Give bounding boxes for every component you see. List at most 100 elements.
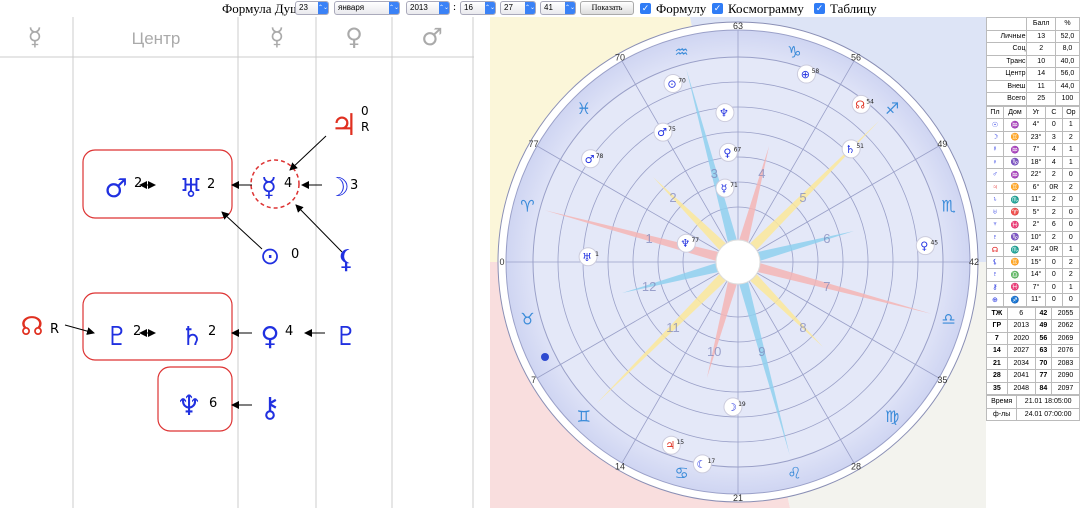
day-select[interactable]: 23 ⌃⌄: [295, 1, 329, 15]
position-marker[interactable]: [541, 353, 549, 361]
header-mercury-left: ☿: [28, 23, 43, 51]
chevron-updown-icon: ⌃⌄: [485, 2, 495, 14]
cycle-row-cell: ТЖ: [986, 306, 1008, 320]
score-row-cell: Центр: [985, 67, 1028, 81]
cycle-row: ГР 2013 49 2062: [986, 319, 1080, 333]
planet-icon: ♄: [845, 143, 855, 156]
zodiac-sign-icon: ♓: [577, 99, 591, 118]
uranus-count: 2: [207, 177, 215, 192]
score-row-cell: 56,0: [1054, 67, 1080, 81]
planet-row-cell: 11°: [1026, 293, 1047, 307]
month-value: января: [338, 3, 365, 12]
planet-row-cell: 1: [1061, 143, 1080, 157]
month-select[interactable]: января ⌃⌄: [334, 1, 400, 15]
score-row-cell: 10: [1026, 54, 1056, 68]
zodiac-sign-icon: ♑: [787, 42, 801, 61]
minute-select[interactable]: 27 ⌃⌄: [500, 1, 536, 15]
degree-label: 28: [851, 461, 861, 471]
planet-row-cell: 0: [1061, 193, 1080, 207]
score-row: Всего 25 100: [985, 92, 1080, 106]
planet-row-cell: ♒: [1002, 143, 1028, 157]
planet-number: 78: [596, 153, 604, 160]
planet-row: ☉ ♒ 4° 0 1: [986, 118, 1080, 132]
cycle-row-cell: 2034: [1006, 356, 1036, 370]
sun-glyph: ⊙: [260, 242, 280, 270]
planet-row-cell: 2: [1045, 205, 1063, 219]
cycle-row-cell: 14: [986, 344, 1008, 358]
cycle-row-cell: 7: [986, 331, 1008, 345]
planet-row-cell: ♊: [1002, 255, 1028, 269]
planet-row-cell: 0R: [1045, 180, 1063, 194]
zodiac-sign-icon: ♈: [520, 197, 534, 216]
hour-value: 16: [464, 3, 473, 12]
cycle-row: 28 2041 77 2090: [986, 369, 1080, 383]
degree-label: 49: [937, 139, 947, 149]
cycle-row: 7 2020 56 2069: [986, 331, 1080, 345]
planet-row: ⊕ ♐ 11° 0 0: [986, 293, 1080, 307]
house-number: 11: [666, 320, 680, 335]
score-row-cell: 8,0: [1054, 42, 1080, 56]
chevron-updown-icon: ⌃⌄: [525, 2, 535, 14]
planet-row-cell: ♃: [986, 180, 1004, 194]
planet-row-cell: ♎: [1002, 268, 1028, 282]
planet-icon: ♀: [920, 240, 928, 253]
planet-row-cell: ♈: [1002, 205, 1028, 219]
planet-row-cell: 4: [1045, 143, 1063, 157]
proserpina-glyph: ♇: [334, 322, 357, 352]
zodiac-sign-icon: ♊: [577, 407, 591, 426]
year-select[interactable]: 2013 ⌃⌄: [406, 1, 450, 15]
planet-row-cell: 24°: [1026, 243, 1047, 257]
second-select[interactable]: 41 ⌃⌄: [540, 1, 576, 15]
planet-row-cell: ♑: [1002, 230, 1028, 244]
planet-row-cell: 1: [1061, 118, 1080, 132]
house-number: 9: [758, 344, 765, 359]
cycle-row-cell: 2083: [1050, 356, 1080, 370]
planet-row-cell: 18°: [1026, 155, 1047, 169]
planet-icon: ☾: [696, 458, 706, 471]
planet-icon: ♃: [665, 439, 675, 452]
planet-marker[interactable]: ♆: [715, 103, 735, 123]
cosmogram-checkbox[interactable]: ✓: [712, 3, 723, 14]
uranus-glyph: ♅: [179, 174, 202, 204]
cycle-row: 21 2034 70 2083: [986, 356, 1080, 370]
planet-row-cell: 2: [1045, 168, 1063, 182]
planet-icon: ♀: [723, 146, 731, 159]
planet-row-cell: 6°: [1026, 180, 1047, 194]
planet-row: ♃ ♊ 6° 0R 2: [986, 180, 1080, 194]
header-venus: ♀: [345, 23, 363, 51]
pluto-glyph: ♇: [105, 322, 128, 352]
jupiter-count: 0: [361, 104, 369, 118]
planet-row-cell: ♇: [986, 230, 1004, 244]
planet-icon: ☿: [721, 182, 728, 195]
planet-row-cell: ♄: [986, 193, 1004, 207]
planet-row-cell: 5°: [1026, 205, 1047, 219]
cycle-row-cell: 2020: [1006, 331, 1036, 345]
formula-checkbox[interactable]: ✓: [640, 3, 651, 14]
score-row-cell: 14: [1026, 67, 1056, 81]
planet-header-cell: Дом: [1002, 105, 1028, 119]
planet-row: ♀ ♑ 18° 4 1: [986, 155, 1080, 169]
show-button[interactable]: Показать: [580, 1, 634, 15]
cycle-row: 35 2048 84 2097: [986, 381, 1080, 395]
zodiac-sign-icon: ♒: [674, 42, 688, 61]
cycle-table: ТЖ 6 42 2055 ГР 2013 49 2062 7 2020 56 2069 14 2027 63…: [986, 306, 1080, 396]
planet-row-cell: ☿: [986, 143, 1004, 157]
score-row-cell: Личные: [985, 29, 1028, 43]
planet-row-cell: 0R: [1045, 243, 1063, 257]
planet-row-cell: 2: [1045, 193, 1063, 207]
planet-row-cell: ♒: [1002, 168, 1028, 182]
hour-select[interactable]: 16 ⌃⌄: [460, 1, 496, 15]
planet-number: 70: [678, 77, 686, 84]
planet-row-cell: ♓: [1002, 280, 1028, 294]
cycle-row-cell: 42: [1034, 306, 1052, 320]
planet-row-cell: ♊: [1002, 180, 1028, 194]
cycle-row-cell: 70: [1034, 356, 1052, 370]
zodiac-sign-icon: ♎: [941, 309, 955, 328]
planet-icon: ♂: [585, 153, 595, 166]
zodiac-sign-icon: ♏: [941, 197, 955, 216]
moon-glyph: ☽: [326, 173, 349, 203]
sun-count: 0: [291, 247, 299, 262]
cycle-row-cell: 77: [1034, 369, 1052, 383]
table-checkbox[interactable]: ✓: [814, 3, 825, 14]
cosmogram-wheel: 6356494235282114707770 ♑♐♏♎♍♌♋♊♉♈♓♒ 123 4…: [490, 17, 986, 508]
